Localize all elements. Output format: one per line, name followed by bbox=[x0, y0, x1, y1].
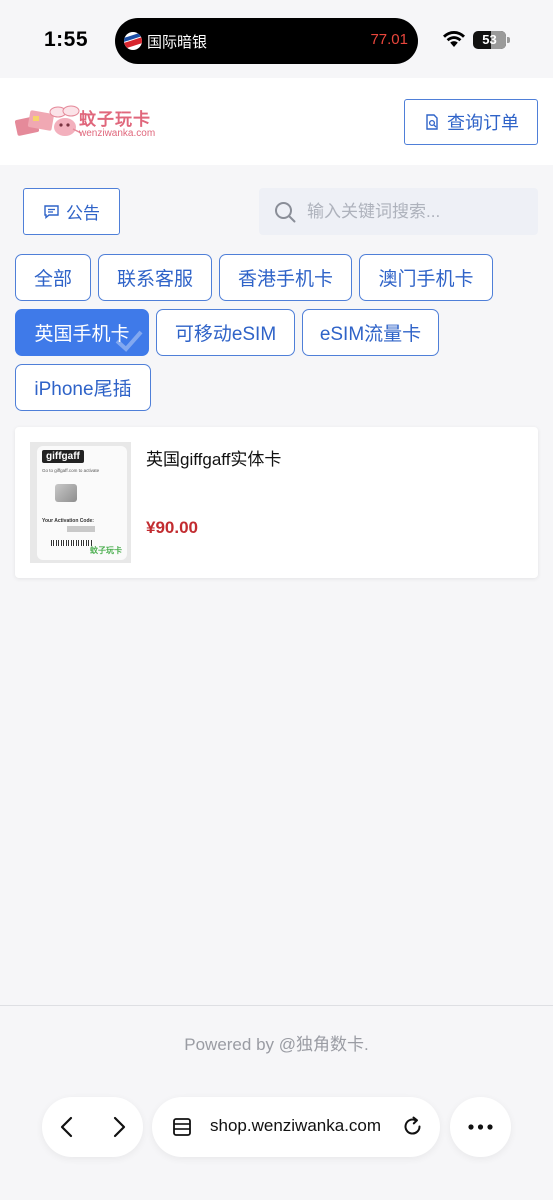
search-icon bbox=[275, 202, 296, 223]
status-bar: 1:55 国际暗银 77.01 53 bbox=[0, 0, 553, 78]
category-chip-esim-data[interactable]: eSIM流量卡 bbox=[302, 309, 439, 356]
product-price: ¥90.00 bbox=[146, 518, 198, 537]
product-title[interactable]: 英国giffgaff实体卡 bbox=[146, 445, 281, 470]
search-box[interactable] bbox=[259, 188, 538, 235]
logo-name: 蚊子玩卡 bbox=[79, 110, 151, 129]
category-chip-label: iPhone尾插 bbox=[34, 379, 132, 400]
footer-divider bbox=[0, 1005, 553, 1006]
announcement-button[interactable]: 公告 bbox=[23, 188, 120, 235]
category-chip-hong-kong-sim[interactable]: 香港手机卡 bbox=[219, 254, 352, 301]
search-input[interactable] bbox=[307, 188, 527, 235]
sim-card-illustration: giffgaff Go to giffgaff.com to activate … bbox=[37, 446, 127, 560]
battery-level: 53 bbox=[482, 32, 497, 47]
battery-tip bbox=[507, 37, 510, 43]
island-value: 77.01 bbox=[370, 31, 408, 48]
category-chip-label: 全部 bbox=[33, 269, 72, 290]
message-icon bbox=[44, 205, 59, 219]
island-app-name: 国际暗银 bbox=[147, 34, 208, 51]
category-chip-label: eSIM流量卡 bbox=[319, 324, 422, 345]
category-chip-uk-sim[interactable]: 英国手机卡 bbox=[15, 309, 149, 356]
document-search-icon bbox=[426, 114, 438, 130]
barcode-icon bbox=[51, 540, 93, 546]
query-order-label: 查询订单 bbox=[447, 113, 519, 133]
battery-icon: 53 bbox=[473, 31, 506, 49]
announcement-label: 公告 bbox=[66, 204, 100, 223]
category-chip-iphone-port[interactable]: iPhone尾插 bbox=[15, 364, 151, 411]
reload-icon[interactable] bbox=[401, 1115, 424, 1138]
query-order-button[interactable]: 查询订单 bbox=[404, 99, 538, 145]
powered-by-text[interactable]: Powered by @独角数卡. bbox=[0, 1030, 553, 1055]
site-header: 蚊子玩卡 wenziwanka.com 查询订单 bbox=[0, 78, 553, 165]
thumb-activate-text: Go to giffgaff.com to activate bbox=[42, 468, 100, 473]
status-time: 1:55 bbox=[44, 28, 89, 51]
category-chip-removable-esim[interactable]: 可移动eSIM bbox=[156, 309, 295, 356]
checkmark-icon bbox=[115, 330, 143, 352]
category-chip-label: 联系客服 bbox=[116, 269, 193, 290]
ellipsis-icon bbox=[468, 1124, 493, 1130]
more-options-button[interactable] bbox=[450, 1097, 511, 1157]
thumb-activation-label: Your Activation Code: bbox=[42, 518, 94, 524]
url-text[interactable]: shop.wenziwanka.com bbox=[210, 1116, 381, 1136]
giffgaff-sim-card-image[interactable]: giffgaff Go to giffgaff.com to activate … bbox=[30, 442, 131, 563]
browser-nav-group bbox=[42, 1097, 143, 1157]
forward-arrow-icon[interactable] bbox=[106, 1115, 130, 1139]
category-chip-macau-sim[interactable]: 澳门手机卡 bbox=[359, 254, 493, 301]
product-card[interactable]: giffgaff Go to giffgaff.com to activate … bbox=[15, 427, 538, 578]
category-chip-label: 香港手机卡 bbox=[237, 269, 333, 290]
category-chip-customer-service[interactable]: 联系客服 bbox=[98, 254, 212, 301]
category-chip-all[interactable]: 全部 bbox=[15, 254, 91, 301]
bank-app-icon bbox=[124, 32, 142, 50]
dynamic-island[interactable]: 国际暗银 77.01 bbox=[115, 18, 418, 64]
thumb-activation-code bbox=[67, 526, 95, 532]
category-chip-label: 澳门手机卡 bbox=[378, 269, 474, 290]
address-bar[interactable]: shop.wenziwanka.com bbox=[152, 1097, 440, 1157]
wifi-icon bbox=[443, 31, 465, 47]
category-chip-label: 可移动eSIM bbox=[174, 324, 277, 345]
logo-url: wenziwanka.com bbox=[79, 128, 156, 139]
thumb-watermark: 蚊子玩卡 bbox=[90, 546, 122, 555]
tabs-icon[interactable] bbox=[171, 1116, 193, 1138]
thumb-brand-text: giffgaff bbox=[42, 450, 84, 463]
sim-chip-icon bbox=[55, 484, 77, 502]
back-arrow-icon[interactable] bbox=[56, 1115, 80, 1139]
